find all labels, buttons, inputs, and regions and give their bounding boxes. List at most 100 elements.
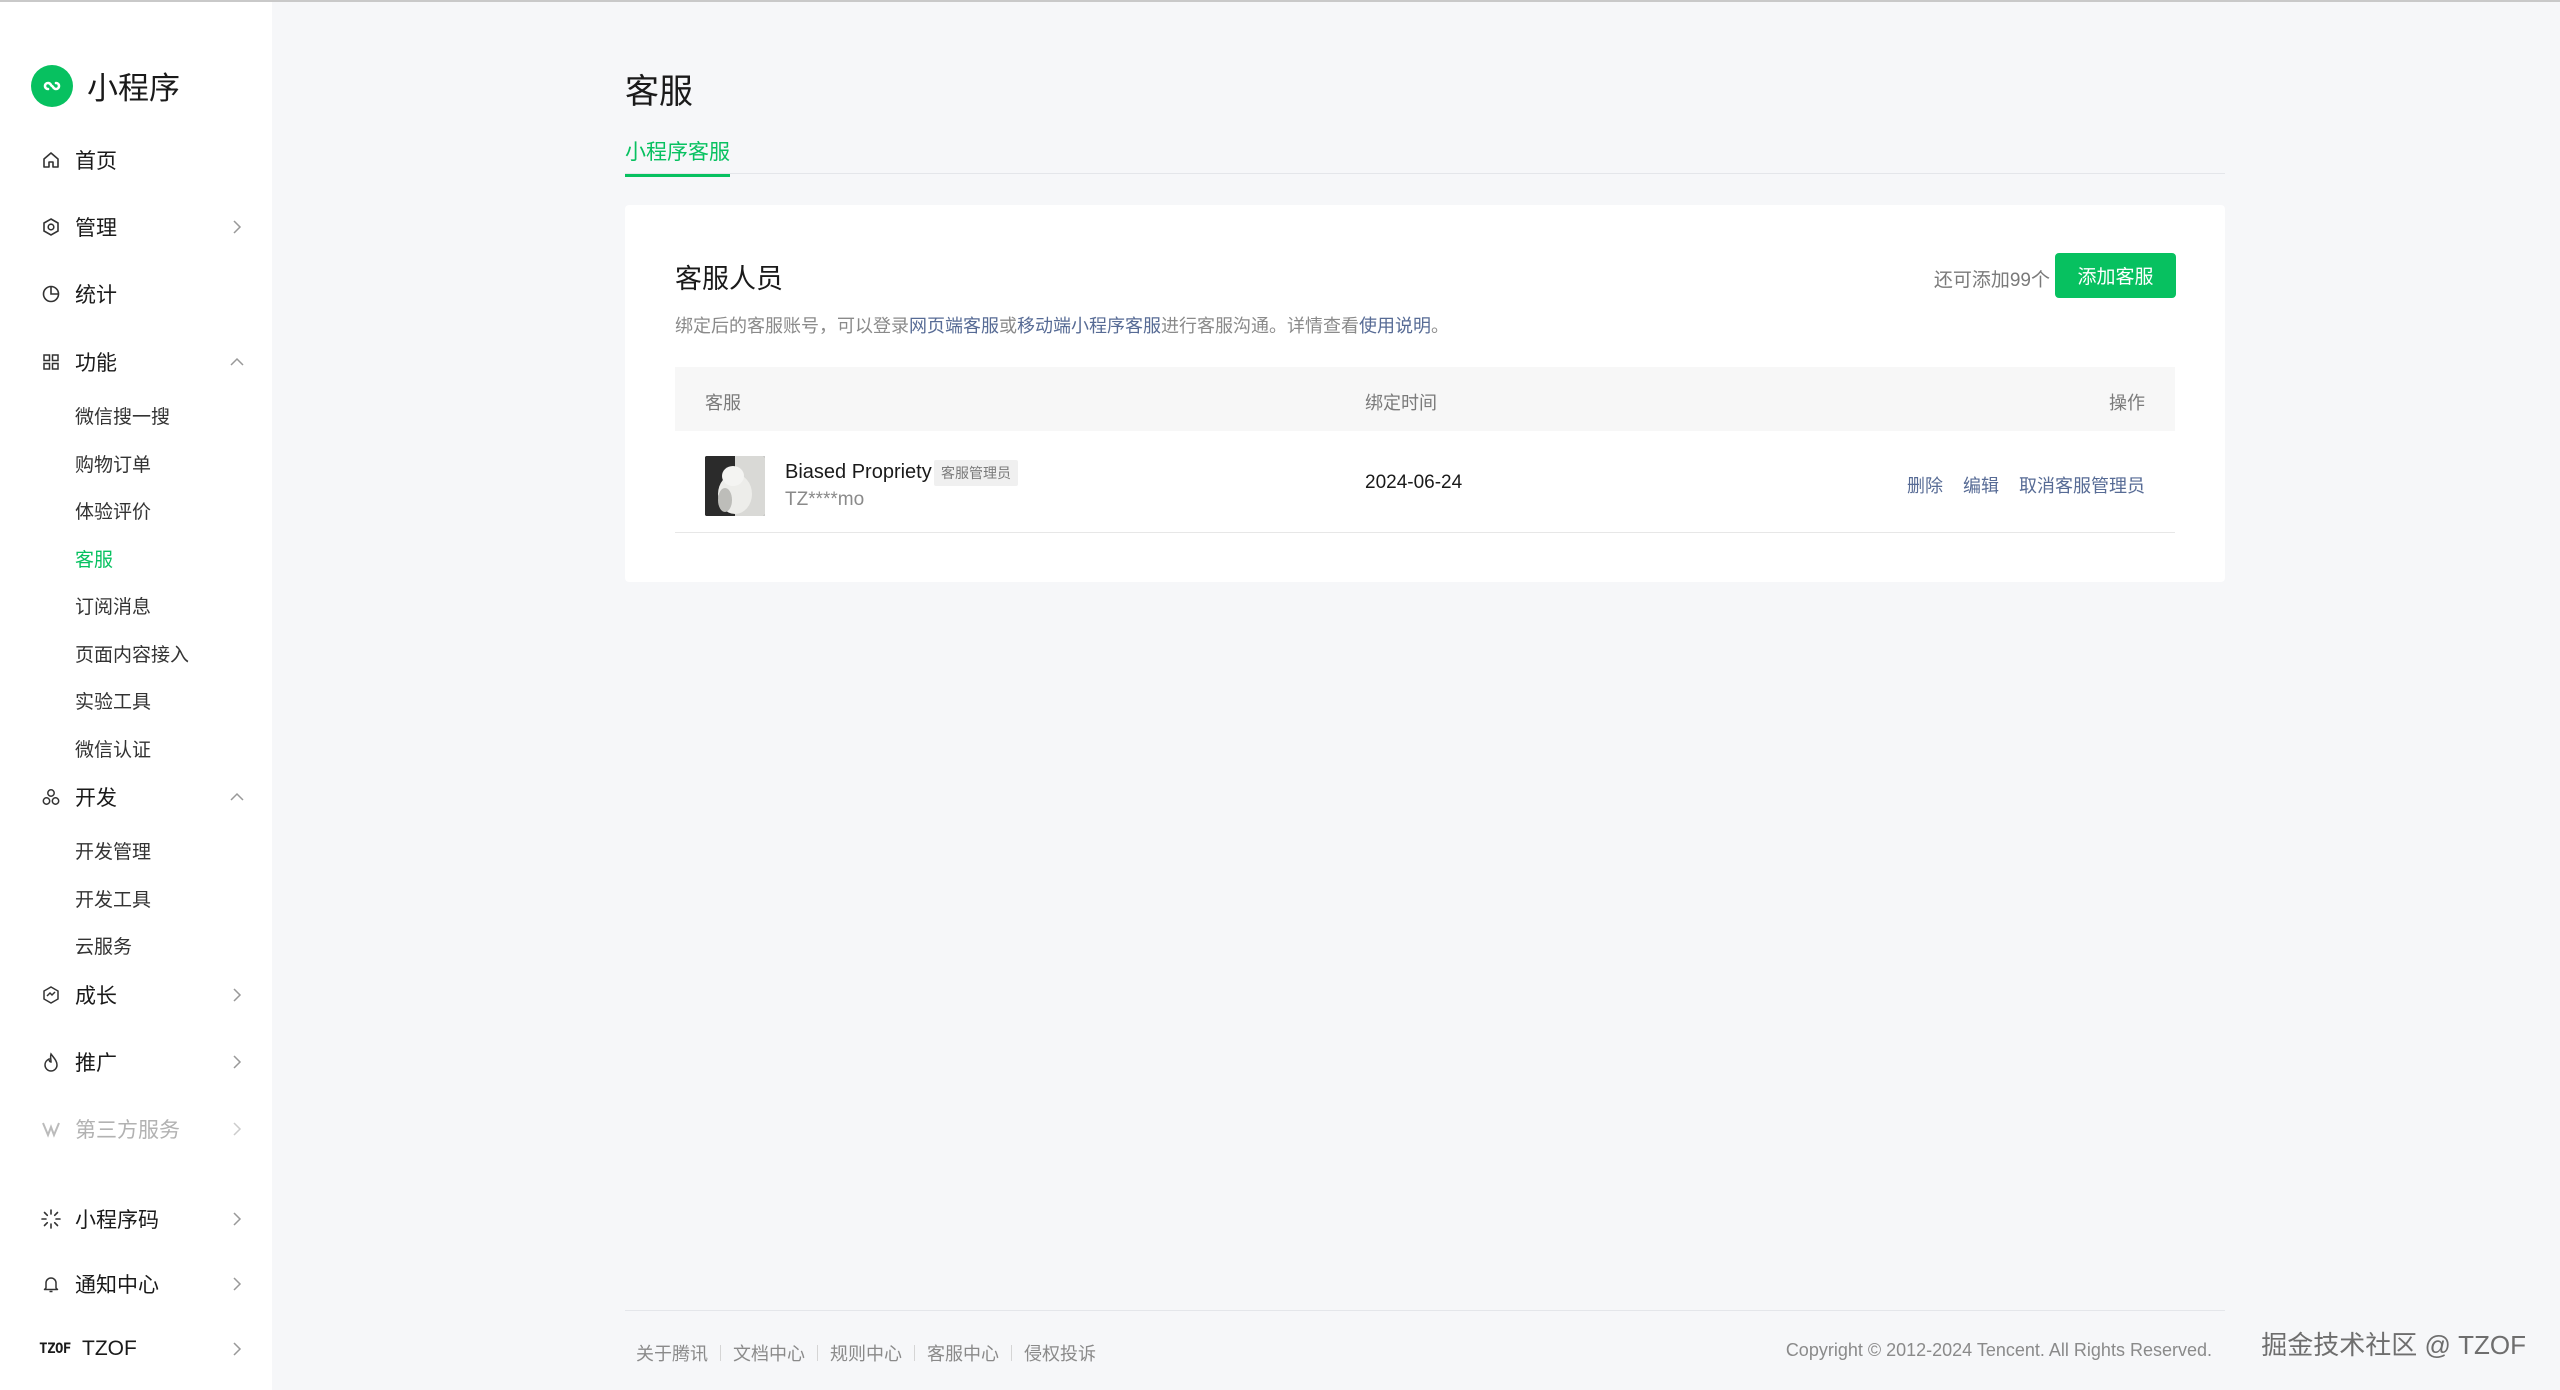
sidebar-subitem-wechat-verify[interactable]: 微信认证	[75, 735, 151, 762]
role-badge: 客服管理员	[934, 460, 1018, 486]
desc-text: 进行客服沟通。详情查看	[1161, 316, 1359, 336]
sidebar-item-develop[interactable]: 开发	[40, 777, 245, 817]
card-description: 绑定后的客服账号，可以登录网页端客服或移动端小程序客服进行客服沟通。详情查看使用…	[675, 312, 1449, 338]
card-title: 客服人员	[675, 264, 783, 294]
row-actions: 删除 编辑 取消客服管理员	[1907, 472, 2145, 498]
chevron-right-icon	[229, 219, 245, 235]
sidebar-subitem-cloud-service[interactable]: 云服务	[75, 932, 132, 959]
table-row: Biased Propriety 客服管理员 TZ****mo 2024-06-…	[675, 431, 2175, 533]
sidebar-item-home[interactable]: 首页	[40, 140, 245, 180]
brand[interactable]: 小程序	[31, 63, 180, 108]
sidebar-item-label: 统计	[75, 284, 117, 307]
footer-separator	[914, 1345, 915, 1361]
home-icon	[40, 149, 62, 171]
table-header: 客服 绑定时间 操作	[675, 367, 2175, 431]
desc-text: 。	[1431, 316, 1449, 336]
sidebar-item-label: 推广	[75, 1052, 117, 1075]
pie-chart-icon	[40, 283, 62, 305]
sidebar-item-label: 小程序码	[75, 1209, 159, 1232]
sidebar-item-third-party[interactable]: 第三方服务	[40, 1109, 245, 1149]
sidebar-subitem-page-content[interactable]: 页面内容接入	[75, 640, 189, 667]
sidebar-item-label: 开发	[75, 787, 117, 810]
desc-text: 或	[999, 316, 1017, 336]
sidebar-subitem-customer-service[interactable]: 客服	[75, 545, 113, 572]
copyright: Copyright © 2012-2024 Tencent. All Right…	[1785, 1340, 2212, 1360]
sidebar-item-qrcode[interactable]: 小程序码	[40, 1199, 245, 1239]
footer-link-docs[interactable]: 文档中心	[733, 1340, 805, 1366]
customer-service-card: 客服人员 绑定后的客服账号，可以登录网页端客服或移动端小程序客服进行客服沟通。详…	[625, 205, 2225, 582]
bind-time: 2024-06-24	[1365, 472, 1463, 493]
tab-miniprogram-customer-service[interactable]: 小程序客服	[625, 136, 730, 177]
service-name: Biased Propriety	[785, 461, 932, 483]
mobile-customer-service-link[interactable]: 移动端小程序客服	[1017, 316, 1161, 336]
footer-link-rules[interactable]: 规则中心	[830, 1340, 902, 1366]
sidebar-item-label: TZOF	[82, 1337, 137, 1360]
remaining-count: 还可添加99个	[1933, 270, 2050, 291]
chevron-right-icon	[229, 1211, 245, 1227]
grid-icon	[40, 351, 62, 373]
sidebar-item-label: 通知中心	[75, 1274, 159, 1297]
account-logo: TZOF	[39, 1341, 71, 1357]
miniprogram-logo-icon	[31, 64, 73, 107]
chevron-up-icon	[229, 354, 245, 370]
window-top-border	[0, 0, 2560, 2]
footer-separator	[1011, 1345, 1012, 1361]
sidebar-item-label: 首页	[75, 150, 117, 173]
sidebar-subitem-orders[interactable]: 购物订单	[75, 450, 151, 477]
sidebar-item-growth[interactable]: 成长	[40, 975, 245, 1015]
sidebar-subitem-reviews[interactable]: 体验评价	[75, 497, 151, 524]
brand-title: 小程序	[87, 71, 180, 106]
sidebar-item-features[interactable]: 功能	[40, 342, 245, 382]
edit-button[interactable]: 编辑	[1963, 472, 1999, 498]
promote-icon	[40, 1051, 62, 1073]
add-customer-service-button[interactable]: 添加客服	[2055, 253, 2176, 298]
chevron-right-icon	[229, 1054, 245, 1070]
sidebar-item-stats[interactable]: 统计	[40, 274, 245, 314]
sidebar-item-manage[interactable]: 管理	[40, 207, 245, 247]
sidebar-subitem-subscribe-messages[interactable]: 订阅消息	[75, 592, 151, 619]
column-header-actions: 操作	[2109, 393, 2145, 413]
gear-icon	[40, 216, 62, 238]
growth-icon	[40, 984, 62, 1006]
sidebar-subitem-experiments[interactable]: 实验工具	[75, 687, 151, 714]
column-header-bind-time: 绑定时间	[1365, 393, 1437, 413]
sidebar-item-label: 第三方服务	[75, 1119, 180, 1142]
page-title: 客服	[625, 73, 693, 111]
service-account: TZ****mo	[785, 489, 865, 510]
chevron-up-icon	[229, 789, 245, 805]
footer-divider	[625, 1310, 2225, 1311]
footer-link-complaint[interactable]: 侵权投诉	[1024, 1340, 1096, 1366]
footer-link-about[interactable]: 关于腾讯	[636, 1340, 708, 1366]
column-header-service: 客服	[705, 393, 741, 413]
watermark: 掘金技术社区 @ TZOF	[2261, 1330, 2526, 1360]
sidebar-item-label: 功能	[75, 352, 117, 375]
revoke-admin-button[interactable]: 取消客服管理员	[2019, 472, 2145, 498]
footer-link-support[interactable]: 客服中心	[927, 1340, 999, 1366]
chevron-right-icon	[229, 987, 245, 1003]
delete-button[interactable]: 删除	[1907, 472, 1943, 498]
desc-text: 绑定后的客服账号，可以登录	[675, 316, 909, 336]
footer-links: 关于腾讯 文档中心 规则中心 客服中心 侵权投诉	[636, 1340, 1096, 1366]
third-party-icon	[40, 1118, 62, 1140]
footer-separator	[720, 1345, 721, 1361]
sidebar-item-label: 成长	[75, 985, 117, 1008]
sidebar-item-account[interactable]: TZOF TZOF	[39, 1329, 245, 1369]
dev-icon	[40, 786, 62, 808]
sidebar-subitem-dev-manage[interactable]: 开发管理	[75, 837, 151, 864]
chevron-right-icon	[229, 1341, 245, 1357]
sidebar-item-label: 管理	[75, 217, 117, 240]
web-customer-service-link[interactable]: 网页端客服	[909, 316, 999, 336]
avatar	[705, 456, 765, 516]
chevron-right-icon	[229, 1121, 245, 1137]
chevron-right-icon	[229, 1276, 245, 1292]
sidebar: 小程序 首页 管理 统计 功能 微信搜一搜 购物订单 体验评价 客服 订阅消息 …	[0, 2, 272, 1390]
sidebar-subitem-dev-tools[interactable]: 开发工具	[75, 885, 151, 912]
footer-separator	[817, 1345, 818, 1361]
sidebar-item-notifications[interactable]: 通知中心	[40, 1264, 245, 1304]
bell-icon	[40, 1273, 62, 1295]
qrcode-icon	[40, 1208, 62, 1230]
sidebar-subitem-wechat-search[interactable]: 微信搜一搜	[75, 402, 170, 429]
usage-guide-link[interactable]: 使用说明	[1359, 316, 1431, 336]
tab-bar: 小程序客服	[625, 136, 2225, 177]
sidebar-item-promote[interactable]: 推广	[40, 1042, 245, 1082]
